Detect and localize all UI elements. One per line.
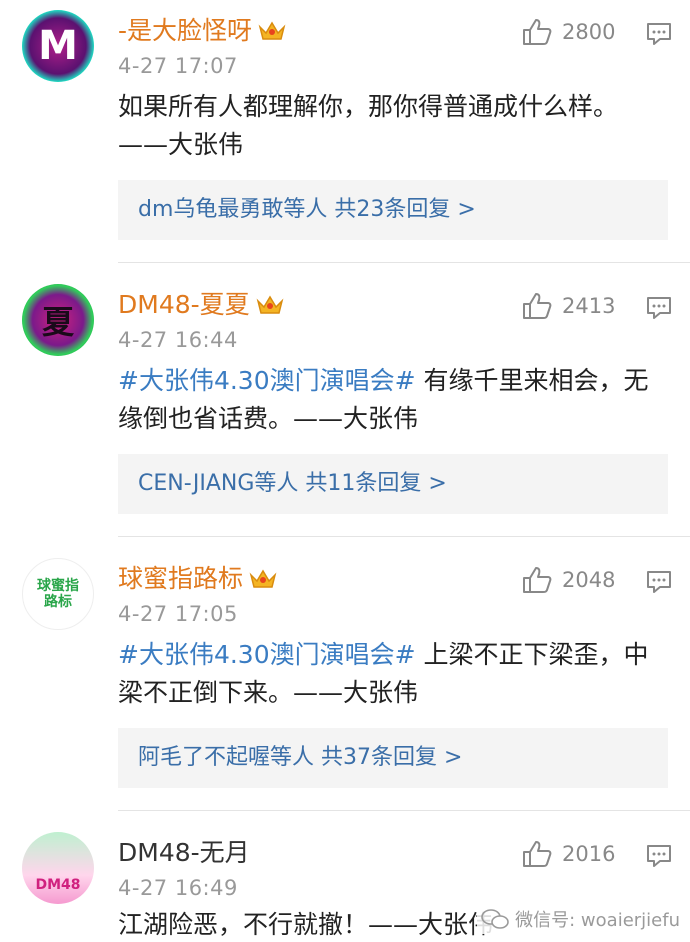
comment-reply-icon[interactable] [646, 570, 672, 594]
avatar-label: DM48 [35, 877, 81, 893]
timestamp: 4-27 17:05 [118, 602, 238, 626]
like-count: 2800 [562, 20, 616, 44]
crown-icon [249, 569, 277, 588]
divider [118, 536, 690, 537]
divider [118, 810, 690, 811]
divider [118, 262, 690, 263]
like-button[interactable]: 2800 [522, 18, 615, 46]
username[interactable]: DM48-无月 [118, 838, 250, 868]
comment-text: #大张伟4.30澳门演唱会# 有缘千里来相会，无缘倒也省话费。——大张伟 [118, 362, 658, 438]
comment-body: 江湖险恶，不行就撤！——大张伟 [118, 910, 494, 939]
comment-body: 如果所有人都理解你，那你得普通成什么样。——大张伟 [118, 92, 619, 159]
username-label: 球蜜指路标 [118, 564, 244, 593]
comment-reply-icon[interactable] [646, 22, 672, 46]
username[interactable]: DM48-夏夏 [118, 290, 284, 320]
like-button[interactable]: 2016 [522, 840, 615, 868]
username[interactable]: 球蜜指路标 [118, 564, 277, 594]
thumbs-up-icon [523, 841, 552, 867]
username-label: -是大脸怪呀 [118, 16, 253, 45]
comment-text: 如果所有人都理解你，那你得普通成什么样。——大张伟 [118, 88, 658, 164]
timestamp: 4-27 16:44 [118, 328, 238, 352]
avatar-label: 夏 [41, 303, 74, 341]
username-label: DM48-夏夏 [118, 290, 250, 319]
timestamp: 4-27 17:07 [118, 54, 238, 78]
view-replies-link[interactable]: CEN-JIANG等人 共11条回复 > [118, 454, 668, 514]
watermark-text: 微信号: woaierjiefu [515, 910, 680, 931]
crown-icon [258, 21, 286, 40]
thumbs-up-icon [523, 567, 552, 593]
comment-text: #大张伟4.30澳门演唱会# 上梁不正下梁歪，中梁不正倒下来。——大张伟 [118, 636, 658, 712]
like-count: 2413 [562, 294, 616, 318]
wechat-icon [481, 909, 509, 929]
avatar[interactable]: M [22, 10, 94, 82]
avatar[interactable]: DM48 [22, 832, 94, 904]
crown-icon [256, 295, 284, 314]
view-replies-link[interactable]: 阿毛了不起喔等人 共37条回复 > [118, 728, 668, 788]
timestamp: 4-27 16:49 [118, 876, 238, 900]
watermark: 微信号: woaierjiefu [477, 904, 684, 934]
hashtag-link[interactable]: #大张伟4.30澳门演唱会# [118, 366, 416, 395]
thumbs-up-icon [523, 19, 552, 45]
like-count: 2048 [562, 568, 616, 592]
comment-reply-icon[interactable] [646, 296, 672, 320]
like-count: 2016 [562, 842, 616, 866]
avatar-label: M [38, 23, 78, 69]
like-button[interactable]: 2048 [522, 566, 615, 594]
avatar-label: 球蜜指路标 [37, 578, 79, 610]
thumbs-up-icon [523, 293, 552, 319]
view-replies-link[interactable]: dm乌龟最勇敢等人 共23条回复 > [118, 180, 668, 240]
username-label: DM48-无月 [118, 838, 250, 867]
username[interactable]: -是大脸怪呀 [118, 16, 286, 46]
avatar[interactable]: 夏 [22, 284, 94, 356]
like-button[interactable]: 2413 [522, 292, 615, 320]
hashtag-link[interactable]: #大张伟4.30澳门演唱会# [118, 640, 416, 669]
comment-reply-icon[interactable] [646, 844, 672, 868]
avatar[interactable]: 球蜜指路标 [22, 558, 94, 630]
